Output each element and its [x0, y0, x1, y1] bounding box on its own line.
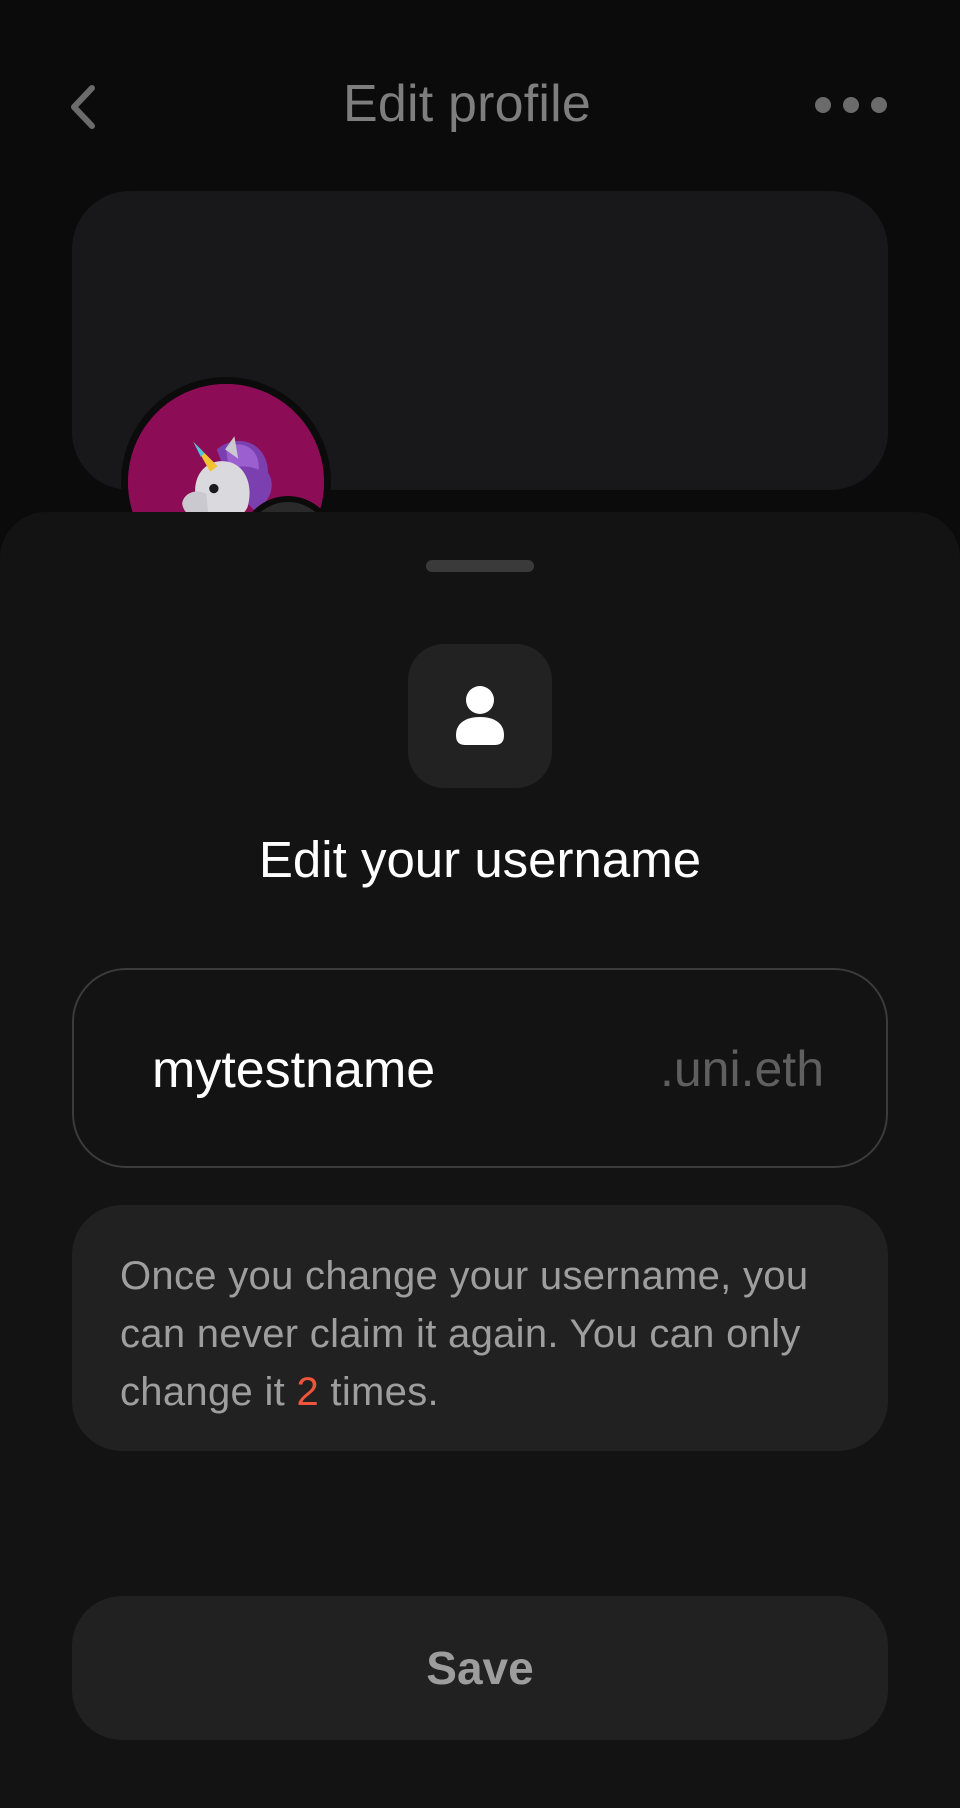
username-suffix: .uni.eth	[659, 1041, 824, 1097]
page-title: Edit profile	[342, 75, 592, 133]
warning-text-before: Once you change your username, you can n…	[120, 1254, 809, 1414]
more-horizontal-icon	[815, 97, 887, 113]
sheet-title: Edit your username	[258, 831, 702, 888]
remaining-changes-count: 2	[296, 1370, 320, 1414]
save-button[interactable]: Save	[72, 1596, 888, 1740]
edit-profile-screen: Edit profile Edit your username mytestna…	[0, 0, 960, 1808]
username-input[interactable]: mytestname .uni.eth	[72, 968, 888, 1168]
user-icon-container	[408, 644, 552, 788]
username-change-warning: Once you change your username, you can n…	[72, 1205, 888, 1451]
warning-text: Once you change your username, you can n…	[120, 1247, 840, 1421]
more-options-button[interactable]	[812, 92, 890, 118]
username-value[interactable]: mytestname	[152, 1040, 435, 1100]
warning-text-after: times.	[319, 1370, 439, 1414]
save-button-label: Save	[426, 1642, 534, 1694]
sheet-drag-handle[interactable]	[426, 560, 534, 572]
edit-username-sheet: Edit your username mytestname .uni.eth O…	[0, 512, 960, 1808]
user-icon	[456, 686, 504, 745]
